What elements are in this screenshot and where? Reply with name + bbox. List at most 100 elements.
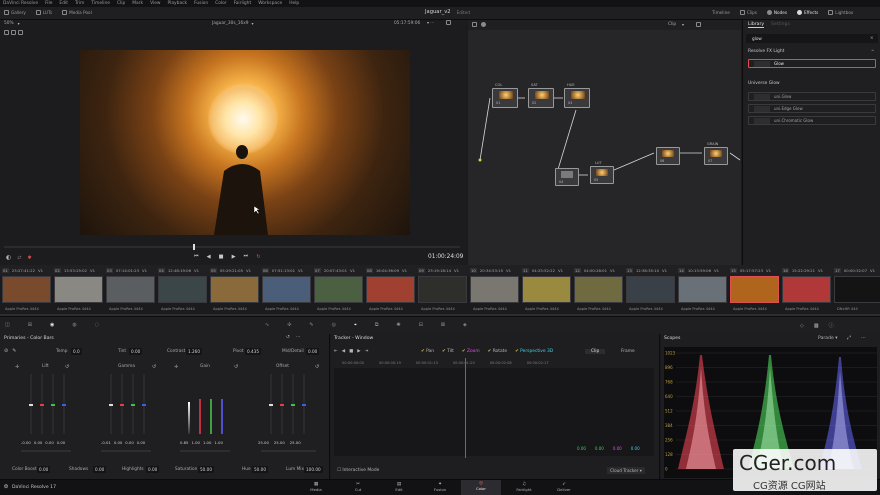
clip-thumbnail[interactable] xyxy=(366,276,415,303)
window-icon[interactable]: ◎ xyxy=(332,322,336,328)
node-col[interactable]: COL 01 xyxy=(492,83,518,108)
media-pool-button[interactable]: Media Pool xyxy=(62,10,92,15)
auto-balance-icon[interactable]: ⊘ xyxy=(4,348,8,354)
track-end-icon[interactable]: ⇥ xyxy=(365,349,369,354)
tracker-mode-clip[interactable]: Clip xyxy=(585,349,606,354)
gamma-y-slider[interactable] xyxy=(109,374,113,434)
playhead[interactable] xyxy=(193,244,195,250)
primaries-menu-icon[interactable]: ⋯ xyxy=(296,335,301,340)
gain-reset-icon[interactable]: ↺ xyxy=(234,364,238,370)
page-media[interactable]: ▦ Media xyxy=(306,481,326,493)
clip-thumbnail[interactable] xyxy=(314,276,363,303)
gain-r-slider[interactable] xyxy=(199,399,201,434)
clip-thumbnail[interactable] xyxy=(574,276,623,303)
page-fusion[interactable]: ✦ Fusion xyxy=(430,481,450,493)
reset-all-icon[interactable]: ↺ xyxy=(286,335,290,340)
lift-master-slider[interactable] xyxy=(21,450,71,452)
node-lut[interactable]: LUT 05 xyxy=(590,161,614,184)
keyframes-icon[interactable]: ◇ xyxy=(800,323,804,329)
color-match-icon[interactable]: ⊞ xyxy=(28,322,32,328)
temp-field[interactable]: 0.0 xyxy=(71,348,82,355)
timeline-selector[interactable]: Jaguar_30s_16x9 ▾ xyxy=(212,21,254,26)
lift-r-slider[interactable] xyxy=(40,374,44,434)
lightbox-button[interactable]: Lightbox xyxy=(828,10,853,15)
clip-thumbnail[interactable] xyxy=(158,276,207,303)
curves-icon[interactable]: ∿ xyxy=(265,322,269,328)
tracker-playhead[interactable] xyxy=(465,358,466,458)
lift-sliders[interactable] xyxy=(26,374,70,436)
lift-y-slider[interactable] xyxy=(29,374,33,434)
go-to-end-icon[interactable]: ⏭ xyxy=(244,253,249,260)
library-search-input[interactable]: glow × xyxy=(746,34,878,43)
menu-timeline[interactable]: Timeline xyxy=(91,1,110,6)
menu-help[interactable]: Help xyxy=(289,1,299,6)
node-view-icon[interactable] xyxy=(481,22,486,27)
cloud-tracker-dropdown[interactable]: Cloud Tracker ▾ xyxy=(607,467,645,474)
zoom-dropdown-icon[interactable]: ▾ xyxy=(18,21,20,26)
loop-playback-icon[interactable]: ↻ xyxy=(256,254,260,260)
audio-icon[interactable]: ◐ xyxy=(6,254,11,261)
lift-picker-icon[interactable]: ✛ xyxy=(15,364,19,370)
clip-thumbnail[interactable] xyxy=(106,276,155,303)
page-color[interactable]: ◎ Color xyxy=(461,480,501,495)
node-04[interactable]: 04 xyxy=(555,168,579,186)
track-back-icon[interactable]: ⇤ xyxy=(334,349,338,354)
gain-b-value[interactable]: 1.00 xyxy=(214,440,222,445)
gain-y-slider[interactable] xyxy=(188,402,190,434)
gain-g-slider[interactable] xyxy=(210,399,212,434)
lift-reset-icon[interactable]: ↺ xyxy=(65,364,69,370)
offset-g-slider[interactable] xyxy=(291,374,295,434)
go-to-start-icon[interactable]: ⏮ xyxy=(194,253,199,260)
key-icon[interactable]: ⊟ xyxy=(419,322,423,328)
offset-sliders[interactable] xyxy=(266,374,310,436)
offset-g-value[interactable]: 25.00 xyxy=(274,440,285,445)
clip-mode-label[interactable]: Clip xyxy=(668,22,676,27)
menu-workspace[interactable]: Workspace xyxy=(258,1,282,6)
menu-clip[interactable]: Clip xyxy=(117,1,125,6)
tab-settings[interactable]: Settings xyxy=(771,22,790,27)
tracker-mode-frame[interactable]: Frame xyxy=(621,349,635,354)
track-forward-icon[interactable]: ▶ xyxy=(357,349,360,354)
clear-search-icon[interactable]: × xyxy=(870,35,874,40)
sizing-icon[interactable]: ⊠ xyxy=(441,322,445,328)
option-zoom[interactable]: ✔ Zoom xyxy=(462,349,480,354)
scope-expand-icon[interactable]: ⤢ xyxy=(847,335,851,341)
pivot-field[interactable]: 0.435 xyxy=(245,348,261,355)
tab-library[interactable]: Library xyxy=(748,22,765,28)
gamma-b-value[interactable]: 0.00 xyxy=(137,440,145,445)
markers-icon[interactable]: ✱ xyxy=(27,255,31,261)
lift-r-value[interactable]: 0.00 xyxy=(34,440,42,445)
effect-glow[interactable]: Glow xyxy=(748,59,876,68)
gamma-sliders[interactable] xyxy=(106,374,150,436)
loop-icon[interactable]: ⇄ xyxy=(17,255,21,261)
option-tilt[interactable]: ✔ Tilt xyxy=(442,349,454,354)
color-warper-icon[interactable]: ✣ xyxy=(287,322,291,328)
shadows-field[interactable]: 0.00 xyxy=(93,466,107,473)
track-stop-icon[interactable]: ■ xyxy=(349,349,353,354)
luts-button[interactable]: LUTs xyxy=(35,10,52,15)
offset-b-slider[interactable] xyxy=(302,374,306,434)
clip-thumbnail[interactable] xyxy=(2,276,51,303)
node-hand-icon[interactable] xyxy=(472,22,477,27)
section-resolve-fx-light[interactable]: Resolve FX Light xyxy=(748,49,784,54)
offset-master-slider[interactable] xyxy=(261,450,316,452)
menu-fairlight[interactable]: Fairlight xyxy=(234,1,252,6)
effect-uni-chromatic-glow[interactable]: uni.Chromatic Glow xyxy=(748,116,876,125)
stop-icon[interactable]: ■ xyxy=(219,254,224,260)
offset-b-value[interactable]: 25.00 xyxy=(290,440,301,445)
clip-thumbnail[interactable] xyxy=(470,276,519,303)
collapse-section-icon[interactable]: ^ xyxy=(871,49,874,54)
section-universe-glow[interactable]: Universe Glow xyxy=(748,81,780,86)
lift-b-slider[interactable] xyxy=(62,374,66,434)
zoom-level[interactable]: 50% xyxy=(4,21,14,26)
option-pan[interactable]: ✔ Pan xyxy=(421,349,434,354)
gamma-y-value[interactable]: -0.01 xyxy=(101,440,111,445)
middetail-field[interactable]: 0.00 xyxy=(306,348,320,355)
clip-thumbnail[interactable] xyxy=(418,276,467,303)
qualifier-icon[interactable]: ✎ xyxy=(309,322,313,328)
color-wheels-icon[interactable]: ◉ xyxy=(50,322,54,328)
gain-y-value[interactable]: 0.85 xyxy=(180,440,188,445)
info-icon[interactable]: ⓘ xyxy=(829,322,834,329)
split-screen-icon[interactable] xyxy=(11,30,16,35)
gamma-master-slider[interactable] xyxy=(101,450,151,452)
